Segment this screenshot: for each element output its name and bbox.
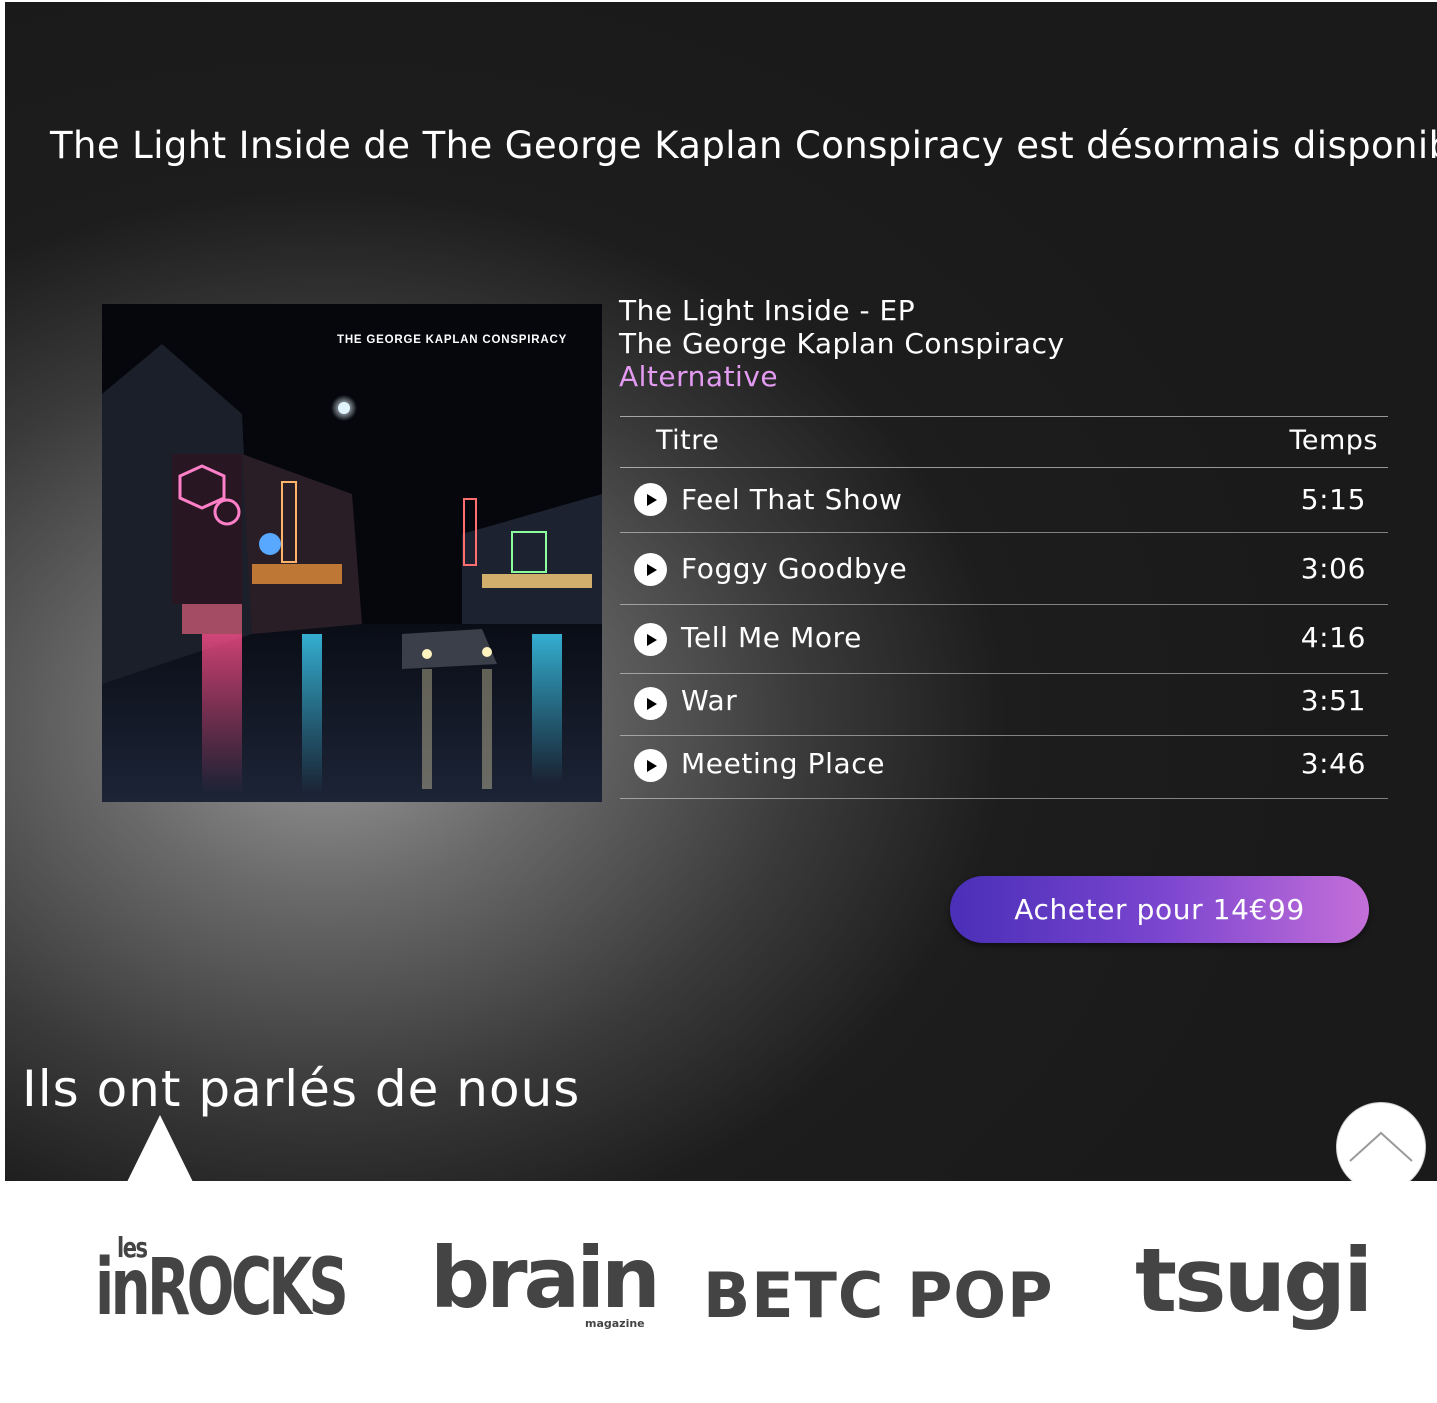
press-heading: Ils ont parlés de nous bbox=[22, 1060, 581, 1118]
column-time-header: Temps bbox=[1289, 425, 1378, 456]
play-button[interactable] bbox=[634, 553, 667, 586]
track-name: War bbox=[681, 684, 738, 717]
track-name: Tell Me More bbox=[681, 621, 862, 654]
chevron-up-icon bbox=[1349, 1131, 1413, 1162]
buy-button[interactable]: Acheter pour 14€99 bbox=[950, 876, 1369, 943]
track-row[interactable]: Foggy Goodbye 3:06 bbox=[620, 533, 1388, 605]
cover-artist-text: THE GEORGE KAPLAN CONSPIRACY bbox=[337, 334, 567, 346]
brain-logo-subtext: magazine bbox=[585, 1317, 645, 1330]
play-icon bbox=[646, 697, 657, 710]
track-duration: 3:06 bbox=[1300, 552, 1366, 585]
hero-section: The Light Inside de The George Kaplan Co… bbox=[0, 0, 1437, 1181]
album-info: The Light Inside - EP The George Kaplan … bbox=[619, 294, 1065, 393]
album-title: The Light Inside - EP bbox=[619, 294, 916, 327]
track-duration: 4:16 bbox=[1300, 621, 1366, 654]
track-name: Meeting Place bbox=[681, 747, 886, 780]
brain-logo[interactable]: brain magazine bbox=[430, 1229, 661, 1330]
play-icon bbox=[646, 633, 657, 646]
play-button[interactable] bbox=[634, 749, 667, 782]
track-duration: 3:46 bbox=[1300, 747, 1366, 780]
play-button[interactable] bbox=[634, 623, 667, 656]
track-duration: 3:51 bbox=[1300, 684, 1366, 717]
play-button[interactable] bbox=[634, 483, 667, 516]
tsugi-logo[interactable]: tsugi bbox=[1135, 1229, 1373, 1332]
track-row[interactable]: War 3:51 bbox=[620, 674, 1388, 736]
play-button[interactable] bbox=[634, 687, 667, 720]
press-logos: les inROCKS brain magazine BETC POP tsug… bbox=[0, 1181, 1437, 1403]
track-row[interactable]: Meeting Place 3:46 bbox=[620, 736, 1388, 799]
release-announcement: The Light Inside de The George Kaplan Co… bbox=[50, 124, 1437, 167]
play-icon bbox=[646, 493, 657, 506]
tracklist-header: Titre Temps bbox=[620, 416, 1388, 468]
column-title-header: Titre bbox=[656, 425, 720, 456]
betc-pop-logo[interactable]: BETC POP bbox=[703, 1259, 1054, 1332]
brain-logo-text: brain bbox=[430, 1229, 661, 1327]
track-name: Feel That Show bbox=[681, 483, 903, 516]
album-cover: THE GEORGE KAPLAN CONSPIRACY bbox=[102, 304, 602, 802]
inrocks-logo-text: inROCKS bbox=[95, 1243, 349, 1333]
tracklist: Titre Temps Feel That Show 5:15 Foggy Go… bbox=[620, 416, 1388, 799]
scroll-to-top-button[interactable] bbox=[1336, 1102, 1426, 1192]
play-icon bbox=[646, 563, 657, 576]
track-row[interactable]: Tell Me More 4:16 bbox=[620, 605, 1388, 674]
album-artist: The George Kaplan Conspiracy bbox=[619, 327, 1065, 360]
track-name: Foggy Goodbye bbox=[681, 552, 908, 585]
track-duration: 5:15 bbox=[1300, 483, 1366, 516]
inrocks-logo[interactable]: les inROCKS bbox=[95, 1231, 360, 1333]
play-icon bbox=[646, 759, 657, 772]
track-row[interactable]: Feel That Show 5:15 bbox=[620, 468, 1388, 533]
section-pointer bbox=[127, 1115, 193, 1182]
album-genre: Alternative bbox=[619, 360, 779, 393]
